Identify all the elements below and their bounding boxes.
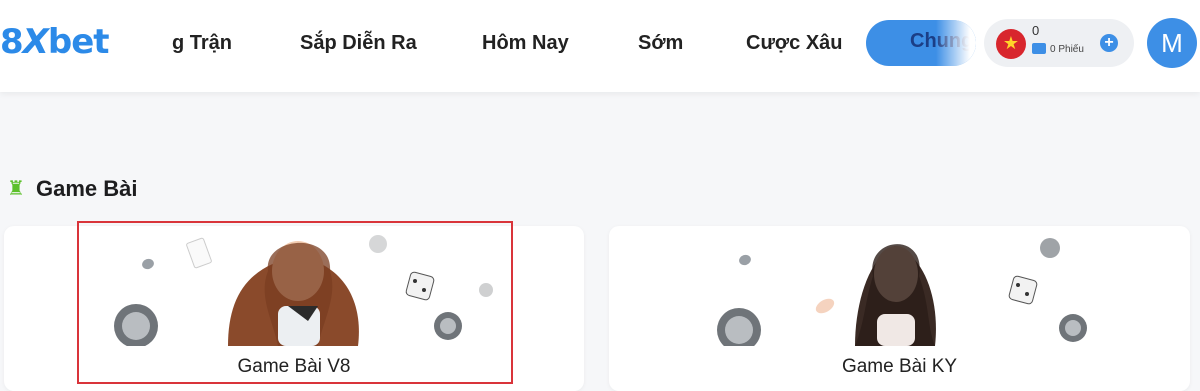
game-banner-ky: [705, 226, 1097, 346]
nav-fade-overlay: [936, 20, 976, 66]
wallet-widget[interactable]: ★ 0 0 Phiếu +: [984, 19, 1134, 67]
nav-item-today[interactable]: Hôm Nay: [482, 30, 569, 56]
main-nav: g Trận Sắp Diễn Ra Hôm Nay Sớm Cược Xâu …: [160, 0, 980, 86]
user-avatar[interactable]: M: [1147, 18, 1197, 68]
nav-item-parlay[interactable]: Cược Xâu: [746, 30, 843, 56]
site-logo[interactable]: 8Xbet: [0, 22, 110, 62]
ticket-icon: [1032, 43, 1046, 54]
highlight-box: [77, 221, 513, 384]
wallet-balance: 0: [1032, 23, 1040, 38]
nav-item-early[interactable]: Sớm: [638, 30, 683, 56]
vietnam-flag-icon: ★: [996, 29, 1026, 59]
game-card-ky[interactable]: Game Bài KY: [609, 226, 1190, 391]
ticket-count: 0 Phiếu: [1050, 44, 1084, 55]
dealer-banner-image: [717, 238, 1087, 346]
section-title: Game Bài: [36, 176, 138, 201]
chess-rook-icon: ♜: [7, 178, 25, 200]
nav-item-live-matches[interactable]: g Trận: [172, 30, 232, 56]
plus-icon[interactable]: +: [1100, 34, 1118, 52]
top-header: 8Xbet g Trận Sắp Diễn Ra Hôm Nay Sớm Cượ…: [0, 0, 1200, 92]
game-card-label: Game Bài KY: [841, 356, 958, 377]
nav-item-upcoming[interactable]: Sắp Diễn Ra: [300, 30, 417, 56]
nav-item-general[interactable]: Chung: [866, 20, 976, 66]
